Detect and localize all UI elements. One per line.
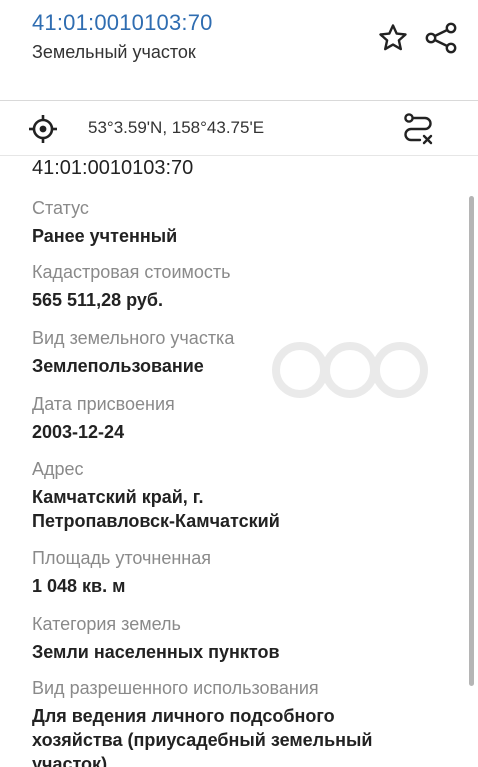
field-value: 565 511,28 руб. — [32, 290, 163, 310]
field-address: Адрес Камчатский край, г. Петропавловск-… — [32, 457, 432, 533]
coordinates-bar: 53°3.59'N, 158°43.75'E — [0, 101, 478, 155]
field-value: Камчатский край, г. Петропавловск-Камчат… — [32, 487, 280, 531]
route-button[interactable] — [400, 111, 436, 147]
header-cadastral-id: 41:01:0010103:70 — [32, 10, 213, 35]
favorite-button[interactable] — [373, 18, 413, 58]
field-label: Категория земель — [32, 614, 181, 634]
cadastral-number: 41:01:0010103:70 — [32, 157, 194, 179]
field-label: Площадь уточненная — [32, 548, 211, 568]
field-permitted-use: Вид разрешенного использования Для веден… — [32, 676, 432, 767]
field-status: Статус Ранее учтенный — [32, 196, 432, 248]
field-label: Статус — [32, 198, 89, 218]
route-icon — [404, 113, 433, 145]
field-area: Площадь уточненная 1 048 кв. м — [32, 546, 432, 598]
header-subtitle: Земельный участок — [32, 42, 196, 62]
field-label: Адрес — [32, 459, 84, 479]
header: 41:01:0010103:70 Земельный участок — [0, 0, 478, 100]
scrollbar[interactable] — [469, 196, 474, 686]
field-value: 2003-12-24 — [32, 422, 125, 442]
field-label: Вид разрешенного использования — [32, 678, 319, 698]
coordinates-text[interactable]: 53°3.59'N, 158°43.75'E — [88, 118, 264, 138]
field-label: Кадастровая стоимость — [32, 262, 231, 282]
details-panel: 41:01:0010103:70 Статус Ранее учтенный К… — [0, 156, 478, 767]
share-icon — [425, 22, 457, 54]
field-land-category: Категория земель Земли населенных пункто… — [32, 612, 432, 664]
share-button[interactable] — [421, 18, 461, 58]
field-value: Для ведения личного подсобного хозяйства… — [32, 706, 373, 767]
locate-button[interactable] — [28, 114, 58, 144]
field-cadastral-cost: Кадастровая стоимость 565 511,28 руб. — [32, 260, 432, 312]
field-value: 1 048 кв. м — [32, 576, 126, 596]
watermark-graphic — [272, 342, 428, 398]
crosshair-icon — [29, 115, 57, 143]
field-value: Ранее учтенный — [32, 226, 178, 246]
page: 41:01:0010103:70 Земельный участок 53°3.… — [0, 0, 478, 767]
star-outline-icon — [379, 24, 407, 51]
field-value: Земли населенных пунктов — [32, 642, 280, 662]
